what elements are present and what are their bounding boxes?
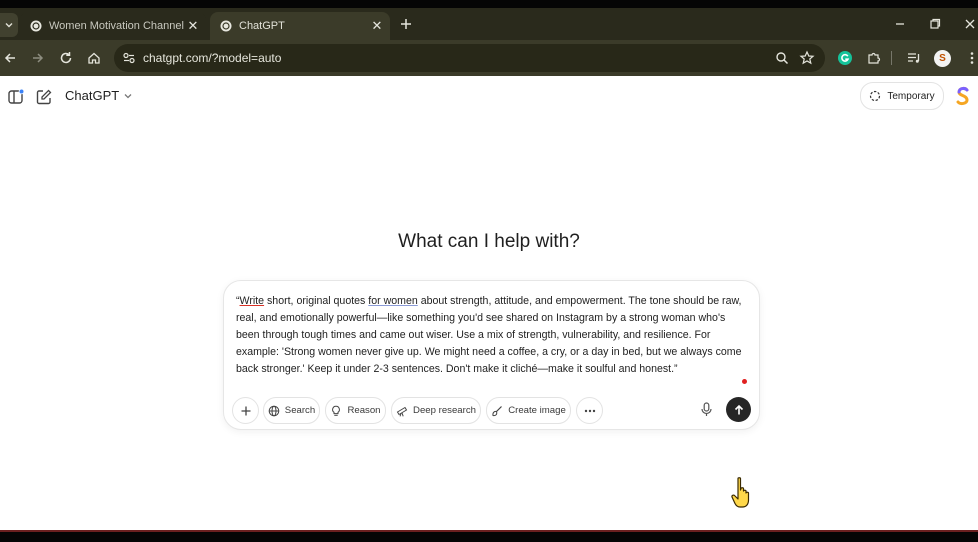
- prompt-misspelled-word: Write: [239, 295, 265, 307]
- prompt-text-segment: short, original quotes: [264, 295, 369, 307]
- url-text: chatgpt.com/?model=auto: [143, 51, 282, 65]
- microphone-icon[interactable]: [698, 401, 715, 418]
- close-window-icon[interactable]: [962, 16, 978, 32]
- temporary-label: Temporary: [887, 90, 935, 102]
- new-chat-icon[interactable]: [35, 88, 53, 106]
- attach-button[interactable]: [232, 397, 259, 424]
- search-tool-button[interactable]: Search: [263, 397, 320, 424]
- grammarly-extension-icon[interactable]: [837, 50, 853, 66]
- paint-brush-icon: [492, 405, 503, 416]
- extensions-puzzle-icon[interactable]: [866, 50, 882, 66]
- model-label: ChatGPT: [65, 88, 120, 103]
- more-horizontal-icon: [584, 409, 595, 412]
- browser-toolbar: chatgpt.com/?model=auto S: [0, 40, 978, 76]
- tab-title: Women Motivation Channel Ide: [49, 20, 184, 32]
- prompt-composer: “Write short, original quotes for women …: [223, 280, 760, 430]
- toolbar-divider: [891, 51, 892, 65]
- new-tab-icon[interactable]: [398, 16, 414, 32]
- reason-tool-button[interactable]: Reason: [325, 397, 386, 424]
- media-controls-icon[interactable]: [906, 50, 922, 66]
- chevron-down-icon: [5, 23, 13, 28]
- prompt-grammar-flag: for women: [368, 295, 418, 307]
- deep-research-tool-button[interactable]: Deep research: [391, 397, 481, 424]
- tab-search-button[interactable]: [0, 13, 18, 37]
- home-icon[interactable]: [86, 50, 102, 66]
- sidebar-toggle-icon[interactable]: [7, 88, 25, 106]
- recording-indicator: [742, 379, 747, 384]
- minimize-icon[interactable]: [892, 16, 908, 32]
- temporary-chat-button[interactable]: Temporary: [860, 82, 944, 110]
- chatgpt-favicon-icon: [220, 20, 232, 32]
- forward-arrow-icon[interactable]: [30, 50, 46, 66]
- browser-tab-bar: Women Motivation Channel Ide ✕ ChatGPT ✕: [0, 8, 978, 40]
- more-tools-button[interactable]: [576, 397, 603, 424]
- globe-icon: [268, 405, 280, 416]
- model-selector[interactable]: ChatGPT: [65, 88, 133, 103]
- telescope-icon: [396, 406, 408, 416]
- prompt-text-segment: about strength, attitude, and empowermen…: [236, 295, 742, 375]
- tab-women-motivation[interactable]: Women Motivation Channel Ide ✕: [20, 12, 206, 40]
- chatgpt-page: ChatGPT Temporary What can I help with? …: [0, 76, 978, 530]
- bookmark-star-icon[interactable]: [799, 50, 815, 66]
- profile-avatar[interactable]: S: [934, 50, 951, 67]
- arrow-up-icon: [734, 404, 743, 414]
- lightbulb-icon: [332, 405, 341, 416]
- page-heading: What can I help with?: [398, 231, 580, 252]
- tab-close-icon[interactable]: ✕: [368, 18, 386, 34]
- back-arrow-icon[interactable]: [2, 50, 18, 66]
- prompt-textarea[interactable]: “Write short, original quotes for women …: [236, 293, 742, 378]
- chevron-down-icon: [124, 93, 132, 98]
- create-image-tool-button[interactable]: Create image: [486, 397, 571, 424]
- site-settings-icon[interactable]: [121, 50, 137, 66]
- search-tool-label: Search: [284, 405, 316, 416]
- chatgpt-favicon-icon: [30, 20, 42, 32]
- dashed-circle-icon: [870, 90, 881, 102]
- reason-tool-label: Reason: [347, 405, 381, 416]
- reload-icon[interactable]: [58, 50, 74, 66]
- tab-title: ChatGPT: [239, 20, 285, 32]
- deep-research-tool-label: Deep research: [413, 405, 476, 416]
- hand-pointer-cursor-icon: [731, 477, 750, 508]
- address-bar[interactable]: chatgpt.com/?model=auto: [114, 44, 825, 72]
- plus-icon: [241, 406, 250, 415]
- zoom-icon[interactable]: [774, 50, 790, 66]
- tab-close-icon[interactable]: ✕: [184, 18, 202, 34]
- screen-top-strip: [0, 0, 978, 8]
- tab-chatgpt[interactable]: ChatGPT ✕: [210, 12, 390, 40]
- more-vertical-icon[interactable]: [964, 50, 978, 66]
- create-image-tool-label: Create image: [508, 405, 566, 416]
- restore-icon[interactable]: [927, 16, 943, 32]
- profile-initial: S: [939, 53, 946, 64]
- screen-bottom-strip: [0, 530, 978, 542]
- send-button[interactable]: [726, 397, 751, 422]
- bottom-accent-line: [0, 530, 978, 532]
- s-extension-logo-icon[interactable]: [955, 86, 971, 106]
